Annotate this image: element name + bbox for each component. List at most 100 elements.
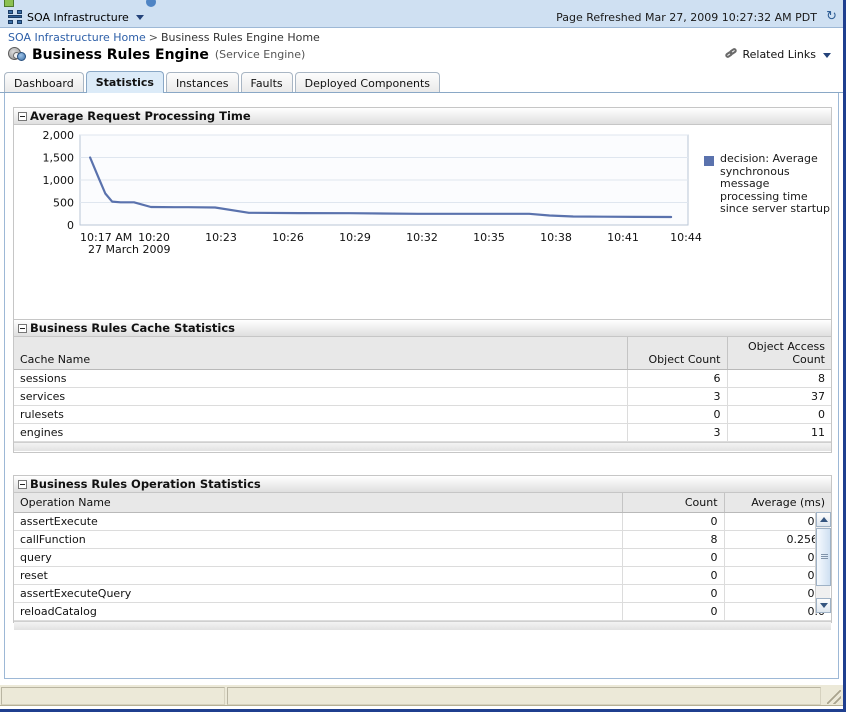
brand-label: SOA Infrastructure [27, 11, 129, 24]
application-window: SOA Infrastructure Page Refreshed Mar 27… [0, 0, 846, 712]
cell-count: 0 [622, 513, 724, 531]
chart-container: 2,000 1,500 1,000 500 0 10:17 AM 27 Marc… [14, 125, 831, 321]
svg-text:10:44: 10:44 [670, 231, 702, 244]
cell-count: 0 [622, 549, 724, 567]
breadcrumb-link-home[interactable]: SOA Infrastructure Home [8, 31, 146, 44]
cell-object-access-count: 37 [727, 388, 831, 406]
panel-header[interactable]: Average Request Processing Time [13, 107, 832, 125]
cell-object-count: 0 [627, 406, 727, 424]
tab-deployed-components[interactable]: Deployed Components [295, 72, 440, 93]
brand-bar: SOA Infrastructure Page Refreshed Mar 27… [0, 8, 843, 28]
cell-name: sessions [14, 370, 627, 388]
column-header-cache-name[interactable]: Cache Name [14, 337, 627, 370]
table-footer [14, 442, 831, 451]
panel-body: Cache Name Object Count Object Access Co… [13, 337, 832, 453]
window-top-strip [0, 0, 843, 8]
tab-instances[interactable]: Instances [166, 72, 239, 93]
tab-dashboard[interactable]: Dashboard [4, 72, 84, 93]
cell-name: assertExecuteQuery [14, 585, 622, 603]
cell-name: rulesets [14, 406, 627, 424]
cell-count: 0 [622, 603, 724, 621]
svg-text:1,000: 1,000 [43, 174, 75, 187]
tab-statistics[interactable]: Statistics [86, 71, 164, 93]
status-cell-right [227, 687, 821, 705]
table-row[interactable]: sessions68 [14, 370, 831, 388]
cell-object-count: 3 [627, 388, 727, 406]
breadcrumb-separator: > [149, 31, 158, 44]
svg-text:10:29: 10:29 [339, 231, 371, 244]
panel-header[interactable]: Business Rules Cache Statistics [13, 319, 832, 337]
table-row[interactable]: query00.0 [14, 549, 831, 567]
table-row[interactable]: reloadCatalog00.0 [14, 603, 831, 621]
content-area: Average Request Processing Time 2,0 [4, 93, 839, 679]
cell-count: 8 [622, 531, 724, 549]
panel-title: Business Rules Cache Statistics [30, 319, 235, 337]
chevron-down-icon[interactable] [136, 15, 144, 20]
chevron-down-icon[interactable] [823, 53, 831, 58]
operation-statistics-table: Operation Name Count Average (ms) assert… [14, 493, 831, 621]
svg-text:27 March 2009: 27 March 2009 [88, 243, 171, 256]
panel-header[interactable]: Business Rules Operation Statistics [13, 475, 832, 493]
svg-text:10:20: 10:20 [138, 231, 170, 244]
cell-object-count: 3 [627, 424, 727, 442]
table-row[interactable]: rulesets00 [14, 406, 831, 424]
cell-name: query [14, 549, 622, 567]
panel-business-rules-operation-statistics: Business Rules Operation Statistics Oper… [13, 475, 832, 623]
cell-count: 0 [622, 567, 724, 585]
cell-name: reloadCatalog [14, 603, 622, 621]
refresh-icon[interactable]: ↻ [826, 9, 837, 24]
panel-title: Business Rules Operation Statistics [30, 475, 261, 493]
related-links-menu[interactable]: Related Links [725, 48, 831, 61]
collapse-icon[interactable] [18, 324, 27, 333]
table-header-row: Cache Name Object Count Object Access Co… [14, 337, 831, 370]
operation-table-scrollbar[interactable] [815, 512, 830, 613]
cell-name: callFunction [14, 531, 622, 549]
cell-name: engines [14, 424, 627, 442]
page-title: Business Rules Engine [32, 47, 209, 63]
table-header-row: Operation Name Count Average (ms) [14, 493, 831, 513]
related-links-label: Related Links [742, 48, 816, 61]
cell-name: services [14, 388, 627, 406]
column-header-operation-name[interactable]: Operation Name [14, 493, 622, 513]
collapse-icon[interactable] [18, 112, 27, 121]
tab-faults[interactable]: Faults [241, 72, 293, 93]
page-refreshed-text: Page Refreshed Mar 27, 2009 10:27:32 AM … [556, 11, 817, 24]
table-row[interactable]: assertExecuteQuery00.0 [14, 585, 831, 603]
panel-body: Operation Name Count Average (ms) assert… [13, 493, 832, 623]
soa-infrastructure-menu[interactable]: SOA Infrastructure [8, 10, 144, 24]
status-bar [0, 684, 843, 706]
cell-name: assertExecute [14, 513, 622, 531]
scrollbar-grip-icon [821, 554, 828, 559]
scrollbar-thumb[interactable] [816, 528, 831, 586]
column-header-object-count[interactable]: Object Count [627, 337, 727, 370]
svg-text:2,000: 2,000 [43, 129, 75, 142]
tab-bar: DashboardStatisticsInstancesFaultsDeploy… [0, 71, 843, 93]
scroll-down-arrow-icon[interactable] [816, 598, 831, 613]
scroll-up-arrow-icon[interactable] [816, 512, 831, 527]
table-row[interactable]: callFunction80.2565 [14, 531, 831, 549]
breadcrumb: SOA Infrastructure Home>Business Rules E… [8, 31, 320, 44]
blue-dot-icon [146, 0, 156, 7]
column-header-object-access-count[interactable]: Object Access Count [727, 337, 831, 370]
cell-object-access-count: 11 [727, 424, 831, 442]
collapse-icon[interactable] [18, 480, 27, 489]
resize-grip-icon[interactable] [827, 690, 841, 704]
table-row[interactable]: engines311 [14, 424, 831, 442]
status-cell-left [1, 687, 225, 705]
panel-title: Average Request Processing Time [30, 107, 251, 125]
column-header-average-ms[interactable]: Average (ms) [724, 493, 831, 513]
column-header-count[interactable]: Count [622, 493, 724, 513]
legend-swatch-icon [704, 156, 714, 166]
cache-statistics-table: Cache Name Object Count Object Access Co… [14, 337, 831, 442]
table-row[interactable]: assertExecute00.0 [14, 513, 831, 531]
svg-text:1,500: 1,500 [43, 152, 75, 165]
cell-object-access-count: 0 [727, 406, 831, 424]
cell-count: 0 [622, 585, 724, 603]
table-footer [14, 621, 831, 630]
service-engine-gear-icon [8, 46, 26, 63]
table-row[interactable]: services337 [14, 388, 831, 406]
table-row[interactable]: reset00.0 [14, 567, 831, 585]
svg-text:0: 0 [67, 219, 74, 232]
svg-text:500: 500 [53, 197, 74, 210]
svg-text:10:41: 10:41 [607, 231, 639, 244]
